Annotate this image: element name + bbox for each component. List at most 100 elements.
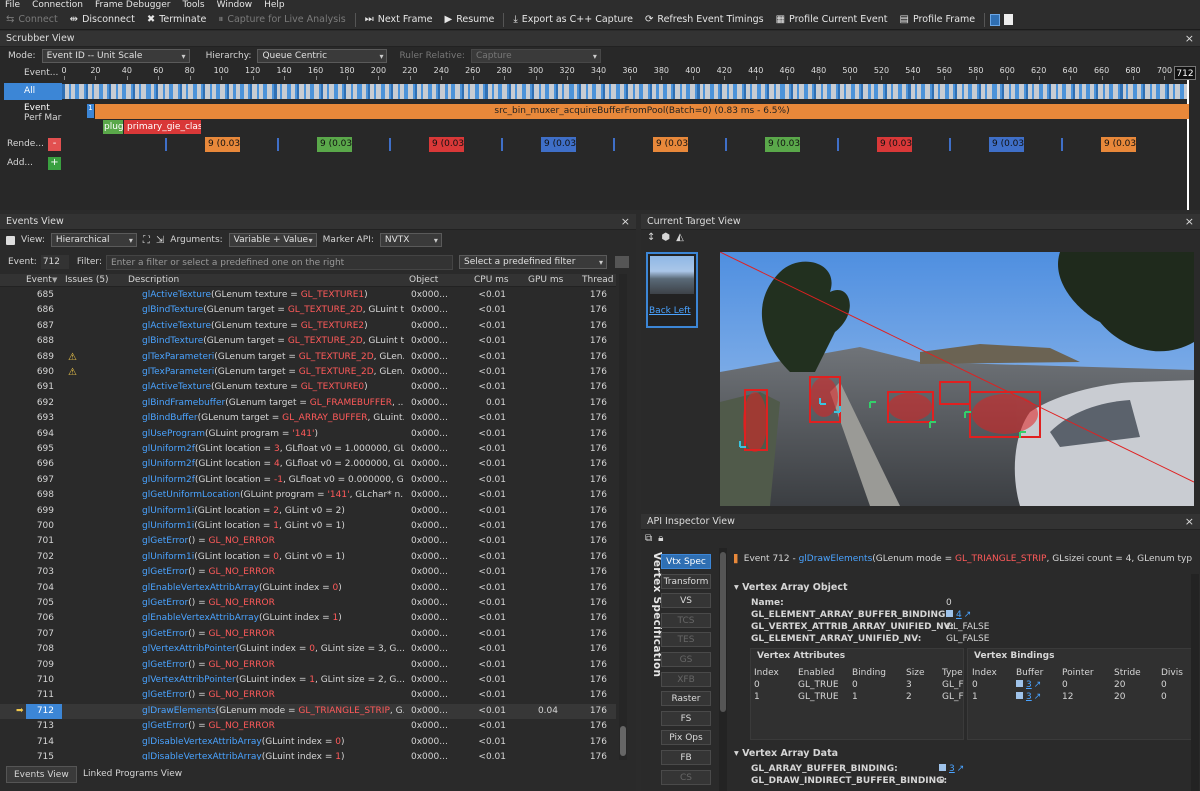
render-block[interactable]: 9 (0.03 — [765, 137, 800, 152]
event-input[interactable]: 712 — [40, 255, 69, 269]
scrollbar-thumb[interactable] — [720, 552, 726, 712]
inspector-right-scrollbar[interactable] — [1191, 574, 1199, 791]
view-select[interactable]: Hierarchical — [50, 233, 137, 247]
event-row[interactable]: 702 glUniform1i(GLint location = 0, GLint… — [0, 550, 616, 565]
open-link-icon[interactable]: ↗ — [964, 610, 972, 620]
event-row[interactable]: 710 glVertexAttribPointer(GLuint index = … — [0, 673, 616, 688]
vao-section-header[interactable]: ▾ Vertex Array Object — [734, 582, 848, 593]
render-block[interactable]: 9 (0.03 — [429, 137, 464, 152]
buffer-link[interactable]: 3 — [1026, 692, 1032, 702]
event-row[interactable]: 714 glDisableVertexAttribArray(GLuint ind… — [0, 735, 616, 750]
render-block[interactable]: 9 (0.03 — [541, 137, 576, 152]
close-icon[interactable]: × — [621, 214, 630, 230]
inspector-scrollbar[interactable] — [719, 548, 727, 791]
stage-button-pix-ops[interactable]: Pix Ops — [661, 730, 711, 746]
render-block[interactable]: 9 (0.03 — [877, 137, 912, 152]
event-row[interactable]: 691 glActiveTexture(GLenum texture = GL_T… — [0, 380, 616, 395]
disconnect-button[interactable]: ⇹ Disconnect — [64, 14, 141, 25]
event-row[interactable]: 715 glDisableVertexAttribArray(GLuint ind… — [0, 750, 616, 760]
col-cpu[interactable]: CPU ms — [474, 274, 509, 287]
stage-button-vs[interactable]: VS — [661, 593, 711, 609]
open-link-icon[interactable]: ↗ — [1034, 692, 1042, 702]
profile-current-button[interactable]: ▦ Profile Current Event — [770, 14, 894, 25]
tab-linked-programs[interactable]: Linked Programs View — [76, 766, 189, 783]
col-issues[interactable]: Issues (5) — [65, 274, 109, 287]
buffer-link[interactable]: 3 — [1026, 680, 1032, 690]
all-events-track[interactable] — [62, 84, 1189, 99]
warning-icon[interactable]: ⚠ — [68, 365, 77, 380]
event-row[interactable]: 690 ⚠ glTexParameteri(GLenum target = GL_T… — [0, 365, 616, 380]
stage-button-transform[interactable]: Transform — [661, 573, 711, 589]
stage-button-raster[interactable]: Raster — [661, 691, 711, 707]
event-row[interactable]: 698 glGetUniformLocation(GLuint program =… — [0, 488, 616, 503]
resize-vertical-icon[interactable]: ↕ — [647, 232, 655, 243]
event-row[interactable]: 707 glGetError() = GL_NO_ERROR 0x000... <0.… — [0, 627, 616, 642]
refresh-timings-button[interactable]: ⟳ Refresh Event Timings — [639, 14, 770, 25]
render-block[interactable]: 9 (0.03 — [205, 137, 240, 152]
close-icon[interactable]: × — [1185, 514, 1194, 530]
vad-section-header[interactable]: ▾ Vertex Array Data — [734, 748, 838, 759]
open-link-icon[interactable]: ↗ — [957, 764, 965, 774]
event-row[interactable]: 705 glGetError() = GL_NO_ERROR 0x000... <0.… — [0, 596, 616, 611]
resume-button[interactable]: ▶ Resume — [439, 14, 501, 25]
render-target-image[interactable] — [720, 252, 1194, 506]
event-row[interactable]: 686 glBindTexture(GLenum target = GL_TEXT… — [0, 303, 616, 318]
render-block[interactable]: 9 (0.03 — [989, 137, 1024, 152]
event-row[interactable]: 697 glUniform2f(GLint location = -1, GLfl… — [0, 473, 616, 488]
event-row[interactable]: 700 glUniform1i(GLint location = 1, GLint… — [0, 519, 616, 534]
event-row[interactable]: 685 glActiveTexture(GLenum texture = GL_T… — [0, 288, 616, 303]
menu-connection[interactable]: Connection — [32, 0, 83, 10]
cube-icon[interactable]: ⬢ — [661, 232, 670, 243]
lock-icon[interactable]: 🔒︎ — [658, 533, 663, 544]
terminate-button[interactable]: ✖ Terminate — [141, 14, 212, 25]
col-description[interactable]: Description — [128, 274, 179, 287]
stage-button-fs[interactable]: FS — [661, 710, 711, 726]
col-event[interactable]: Event — [26, 274, 52, 287]
buffer-link[interactable]: 3 — [949, 764, 955, 774]
thumbnail-back-left[interactable]: Back Left — [646, 252, 698, 328]
menu-window[interactable]: Window — [217, 0, 253, 10]
render-block[interactable]: 9 (0.03 — [653, 137, 688, 152]
close-icon[interactable]: × — [1185, 214, 1194, 230]
event-row[interactable]: 696 glUniform2f(GLint location = 4, GLflo… — [0, 457, 616, 472]
event-row[interactable]: 708 glVertexAttribPointer(GLuint index = … — [0, 642, 616, 657]
stage-button-fb[interactable]: FB — [661, 750, 711, 765]
stage-button-tes[interactable]: TES — [661, 632, 711, 648]
menu-file[interactable]: File — [5, 0, 20, 10]
event-row[interactable]: 709 glGetError() = GL_NO_ERROR 0x000... <0.… — [0, 658, 616, 673]
predefined-filter-select[interactable]: Select a predefined filter — [459, 255, 607, 269]
stage-button-xfb[interactable]: XFB — [661, 671, 711, 687]
col-gpu[interactable]: GPU ms — [528, 274, 563, 287]
document-alt-button[interactable] — [1002, 14, 1015, 25]
event-row[interactable]: 699 glUniform1i(GLint location = 2, GLint… — [0, 504, 616, 519]
capture-live-button[interactable]: ⏸ Capture for Live Analysis — [212, 14, 351, 25]
warning-icon[interactable]: ⚠ — [68, 350, 77, 365]
profile-frame-button[interactable]: ▤ Profile Frame — [894, 14, 982, 25]
marker-plug[interactable]: plug — [103, 120, 123, 134]
event-row[interactable]: 701 glGetError() = GL_NO_ERROR 0x000... <0.… — [0, 534, 616, 549]
event-row[interactable]: 713 glGetError() = GL_NO_ERROR 0x000... <0.… — [0, 719, 616, 734]
open-link-icon[interactable]: ↗ — [1034, 680, 1042, 690]
menu-tools[interactable]: Tools — [182, 0, 204, 10]
menu-help[interactable]: Help — [264, 0, 285, 10]
stage-button-gs[interactable]: GS — [661, 652, 711, 667]
marker-small[interactable]: 1 — [87, 104, 94, 118]
all-events-row-label[interactable]: All Event — [4, 83, 62, 113]
scrollbar-thumb[interactable] — [620, 726, 626, 756]
tag-icon[interactable] — [615, 256, 629, 268]
marker-api-select[interactable]: NVTX — [379, 233, 442, 247]
event-row[interactable]: 706 glEnableVertexAttribArray(GLuint inde… — [0, 611, 616, 626]
eraser-icon[interactable]: ◭ — [676, 232, 684, 243]
connect-button[interactable]: ⇆ Connect — [0, 14, 64, 25]
mode-select[interactable]: Event ID -- Unit Scale — [41, 49, 190, 63]
event-row[interactable]: 703 glGetError() = GL_NO_ERROR 0x000... <0.… — [0, 565, 616, 580]
collapse-icon[interactable]: ⇲ — [156, 235, 164, 246]
col-thread[interactable]: Thread — [582, 274, 613, 287]
render-block[interactable]: 9 (0.03 — [317, 137, 352, 152]
export-cpp-button[interactable]: ⤓ Export as C++ Capture — [507, 14, 639, 25]
event-row[interactable]: 693 glBindBuffer(GLenum target = GL_ARRAY… — [0, 411, 616, 426]
filter-input[interactable]: Enter a filter or select a predefined on… — [106, 254, 453, 270]
event-row[interactable]: ➡ 712 glDrawElements(GLenum mode = GL_TRIA… — [0, 703, 616, 720]
ruler-relative-select[interactable]: Capture — [470, 49, 601, 63]
expand-icon[interactable]: ⛶ — [143, 235, 150, 246]
